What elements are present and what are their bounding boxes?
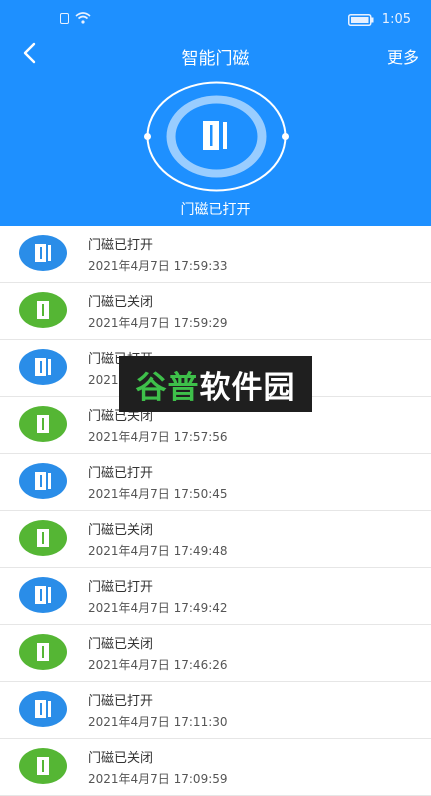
- nav-bar: 智能门磁 更多: [0, 40, 431, 70]
- history-row[interactable]: 门磁已关闭 2021年4月7日 17:59:29: [0, 283, 431, 340]
- row-time: 2021年4月7日 17:49:48: [88, 544, 228, 558]
- door-open-icon: [19, 691, 67, 727]
- door-closed-icon: [19, 292, 67, 328]
- row-time: 2021年4月7日 17:59:33: [88, 259, 228, 273]
- sensor-status-label: 门磁已打开: [180, 202, 251, 218]
- door-closed-icon: [19, 520, 67, 556]
- history-row[interactable]: 门磁已关闭 2021年4月7日 17:46:26: [0, 625, 431, 682]
- history-row[interactable]: 门磁已打开 2021年4月7日 17:49:42: [0, 568, 431, 625]
- row-time: 2021年4月7日 17:46:26: [88, 658, 228, 672]
- history-row[interactable]: 门磁已打开 2021年4月7日 17:59:33: [0, 226, 431, 283]
- door-open-icon: [19, 577, 67, 613]
- row-status: 门磁已关闭: [88, 523, 154, 538]
- history-row[interactable]: 门磁已打开 2021年4月7日 17:11:30: [0, 682, 431, 739]
- door-open-icon: [19, 349, 67, 385]
- wifi-icon: [75, 12, 91, 24]
- door-open-icon: [19, 463, 67, 499]
- door-sensor-graphic[interactable]: [144, 80, 289, 193]
- row-time: 2021年4月7日 17:59:29: [88, 316, 228, 330]
- more-button[interactable]: 更多: [387, 44, 419, 68]
- history-list: 门磁已打开 2021年4月7日 17:59:33 门磁已关闭 2021年4月7日…: [0, 226, 431, 796]
- row-status: 门磁已关闭: [88, 295, 154, 310]
- header: 1:05 智能门磁 更多 门磁已打开: [0, 0, 431, 226]
- row-status: 门磁已打开: [88, 238, 154, 253]
- history-row[interactable]: 门磁已打开 2021年4月7日 17:50:45: [0, 454, 431, 511]
- row-time: 2021年4月7日 17:09:59: [88, 772, 228, 786]
- history-row[interactable]: 门磁已关闭 2021年4月7日 17:49:48: [0, 511, 431, 568]
- row-status: 门磁已打开: [88, 466, 154, 481]
- row-time: 2021年4月7日 17:11:30: [88, 715, 228, 729]
- history-row[interactable]: 门磁已关闭 2021年4月7日 17:09:59: [0, 739, 431, 796]
- door-closed-icon: [19, 748, 67, 784]
- watermark-part2: 软件园: [199, 369, 296, 406]
- row-status: 门磁已关闭: [88, 751, 154, 766]
- watermark-logo: 谷普 软件园: [119, 356, 312, 412]
- row-status: 门磁已打开: [88, 694, 154, 709]
- row-time: 2021年4月7日 17:50:45: [88, 487, 228, 501]
- status-time: 1:05: [381, 12, 411, 27]
- status-bar: 1:05: [0, 0, 431, 40]
- row-status: 门磁已关闭: [88, 637, 154, 652]
- door-closed-icon: [19, 406, 67, 442]
- battery-icon: [347, 13, 374, 26]
- watermark-part1: 谷普: [135, 369, 200, 406]
- door-open-icon: [19, 235, 67, 271]
- door-closed-icon: [19, 634, 67, 670]
- page-title: 智能门磁: [181, 49, 250, 69]
- row-time: 2021年4月7日 17:49:42: [88, 601, 228, 615]
- sim-icon: [60, 12, 69, 24]
- row-status: 门磁已打开: [88, 580, 154, 595]
- row-time: 2021年4月7日 17:57:56: [88, 430, 228, 444]
